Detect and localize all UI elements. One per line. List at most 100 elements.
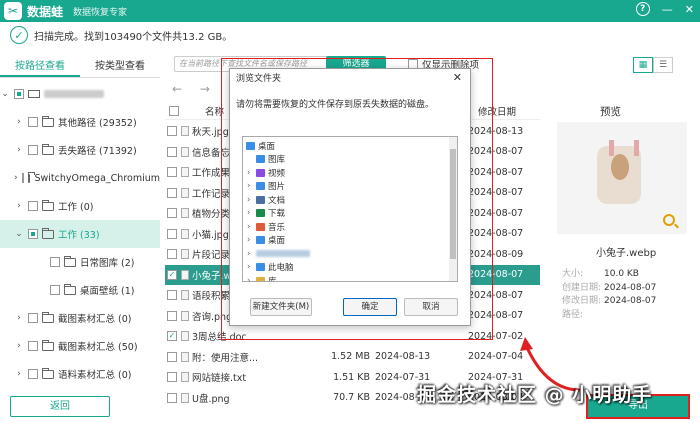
tree-checkbox[interactable] [28,145,38,155]
file-size: 1.51 KB [333,371,370,383]
tree-root-drive[interactable]: ⌄ [0,80,160,108]
file-created: 2024-08-13 [375,351,431,363]
folder-icon [64,255,76,267]
file-checkbox[interactable] [167,392,177,403]
file-checkbox[interactable] [167,228,177,239]
select-all-checkbox[interactable] [169,106,179,116]
tree-checkbox[interactable] [28,369,38,379]
tree-checkbox[interactable] [28,341,38,351]
tree-checkbox[interactable] [28,117,38,127]
tree-item-label: 工作 (0) [58,202,94,213]
file-checkbox[interactable]: ✓ [167,331,177,342]
tree-item-label: 语料素材汇总 (0) [58,370,132,381]
chevron-down-icon[interactable]: ⌄ [14,229,24,239]
grid-view-icon[interactable]: ▦ [633,57,653,73]
bunny-thumbnail [597,140,641,204]
tree-checkbox[interactable] [28,229,38,239]
tree-item-label: 截图素材汇总 (0) [58,314,132,325]
zoom-icon[interactable] [663,214,675,226]
file-checkbox[interactable] [167,208,177,219]
tree-item[interactable]: ⌄ 工作 (33) [0,220,160,248]
folder-tree: ⌄ › 其他路径 (29352) › 丢失路径 (71392) › SwitchyOmeg… [0,80,160,388]
meta-value: 2024-08-07 [604,296,657,306]
file-icon [181,392,189,403]
file-icon [181,372,189,383]
meta-key: 路径: [562,309,584,320]
tree-checkbox[interactable] [14,89,24,99]
file-checkbox[interactable] [167,351,177,362]
preview-meta-row: 修改日期: 2024-08-07 [562,293,656,306]
file-checkbox[interactable] [167,290,177,301]
file-row[interactable]: 附：使用注意... 1.52 MB 2024-08-13 2024-07-04 [165,347,540,368]
tab-by-type[interactable]: 按类型查看 [80,58,160,77]
file-icon [181,249,189,260]
file-icon [181,146,189,157]
file-name: 网站链接.txt [192,373,247,385]
watermark: 掘金技术社区 @ 小明助手 [417,384,653,406]
tree-item[interactable]: › 截图素材汇总 (50) [0,332,160,360]
chevron-right-icon[interactable]: › [14,313,24,323]
chevron-right-icon[interactable]: › [14,173,18,183]
file-icon [181,187,189,198]
file-checkbox[interactable] [167,310,177,321]
file-checkbox[interactable] [167,187,177,198]
folder-icon [42,143,54,155]
file-checkbox[interactable] [167,167,177,178]
file-checkbox[interactable] [167,126,177,137]
folder-icon [42,311,54,323]
scan-status: ✓ 扫描完成。找到103490个文件共13.2 GB。 [10,26,232,44]
file-checkbox[interactable]: ✓ [167,269,177,280]
close-button[interactable]: ✕ [685,3,694,16]
tree-checkbox[interactable] [50,285,60,295]
meta-key: 修改日期: [562,296,602,306]
tree-checkbox[interactable] [28,201,38,211]
chevron-right-icon[interactable]: › [14,117,24,127]
tree-item[interactable]: › 工作 (0) [0,192,160,220]
folder-icon [42,339,54,351]
preview-image [557,122,687,234]
tree-checkbox[interactable] [21,173,24,183]
back-arrow-icon[interactable]: ← [172,82,182,96]
tree-item[interactable]: › 语料素材汇总 (0) [0,360,160,388]
file-size: 70.7 KB [333,392,370,404]
preview-meta-row: 大小: 10.0 KB [562,266,639,279]
tree-item-label: 桌面壁纸 (1) [80,286,135,297]
chevron-right-icon[interactable]: › [14,145,24,155]
drive-label-redacted [44,90,104,98]
file-icon [181,208,189,219]
file-checkbox[interactable] [167,249,177,260]
file-name: U盘.png [192,393,230,405]
tree-item[interactable]: 桌面壁纸 (1) [0,276,160,304]
tree-item[interactable]: › 截图素材汇总 (0) [0,304,160,332]
scan-status-text: 扫描完成。找到103490个文件共13.2 GB。 [34,31,233,43]
file-checkbox[interactable] [167,146,177,157]
forward-arrow-icon[interactable]: → [200,82,210,96]
app-logo-icon: ✂ [4,2,22,20]
back-button[interactable]: 返回 [10,396,110,417]
chevron-right-icon[interactable]: › [14,369,24,379]
folder-icon [42,367,54,379]
file-icon [181,351,189,362]
preview-meta-row: 创建日期: 2024-08-07 [562,280,656,293]
chevron-right-icon[interactable]: › [14,341,24,351]
chevron-down-icon[interactable]: ⌄ [0,89,10,99]
tree-item[interactable]: › SwitchyOmega_Chromium [0,164,160,192]
chevron-right-icon[interactable]: › [14,201,24,211]
view-mode-toggle: ▦ ☰ [633,57,673,73]
meta-value: 2024-08-07 [604,282,657,293]
tree-item[interactable]: › 其他路径 (29352) [0,108,160,136]
list-view-icon[interactable]: ☰ [653,57,673,73]
tree-checkbox[interactable] [28,313,38,323]
help-icon[interactable]: ? [635,2,650,16]
file-icon [181,331,189,342]
file-icon [181,269,189,280]
tree-item[interactable]: › 丢失路径 (71392) [0,136,160,164]
folder-icon [42,115,54,127]
file-checkbox[interactable] [167,372,177,383]
tab-by-path[interactable]: 按路径查看 [0,58,80,77]
folder-icon [27,171,37,183]
tree-item[interactable]: 日常图库 (2) [0,248,160,276]
meta-key: 创建日期: [562,282,602,293]
minimize-button[interactable]: — [662,3,673,16]
tree-checkbox[interactable] [50,257,60,267]
